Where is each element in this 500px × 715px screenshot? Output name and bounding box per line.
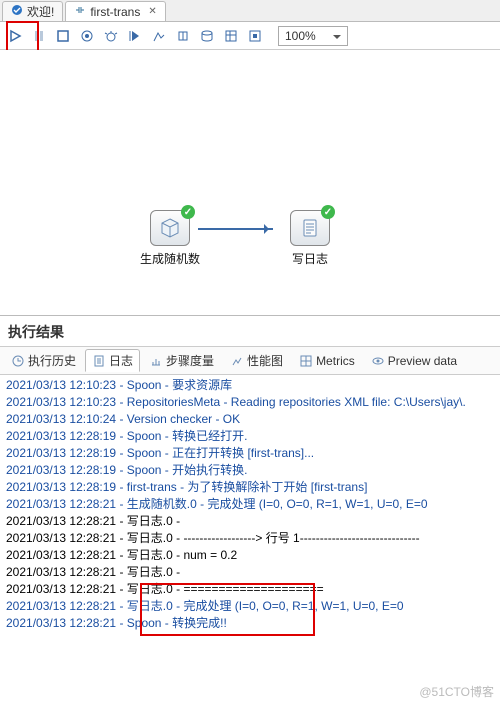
log-line: 2021/03/13 12:10:23 - Spoon - 要求资源库 bbox=[6, 377, 494, 394]
log-line: 2021/03/13 12:28:19 - Spoon - 转换已经打开. bbox=[6, 428, 494, 445]
log-line: 2021/03/13 12:28:21 - 写日志.0 - bbox=[6, 564, 494, 581]
log-line: 2021/03/13 12:28:21 - 写日志.0 - 完成处理 (I=0,… bbox=[6, 598, 494, 615]
tab-log[interactable]: 日志 bbox=[85, 349, 140, 372]
editor-tab-bar: 欢迎! first-trans ✕ bbox=[0, 0, 500, 22]
run-button[interactable] bbox=[6, 27, 24, 45]
log-line: 2021/03/13 12:28:21 - 写日志.0 - num = 0.2 bbox=[6, 547, 494, 564]
tab-preview-data[interactable]: Preview data bbox=[364, 351, 464, 371]
tab-step-metrics-label: 步骤度量 bbox=[166, 352, 214, 369]
spoon-icon bbox=[11, 4, 23, 19]
log-output[interactable]: 2021/03/13 12:10:23 - Spoon - 要求资源库2021/… bbox=[0, 375, 500, 715]
sql-button[interactable] bbox=[198, 27, 216, 45]
success-check-icon bbox=[181, 205, 195, 219]
document-icon bbox=[299, 217, 321, 239]
tab-metrics[interactable]: Metrics bbox=[292, 351, 362, 371]
step-metrics-icon bbox=[149, 354, 163, 368]
impact-button[interactable] bbox=[174, 27, 192, 45]
tab-perf-graph-label: 性能图 bbox=[247, 352, 283, 369]
log-line: 2021/03/13 12:28:21 - 生成随机数.0 - 完成处理 (I=… bbox=[6, 496, 494, 513]
transformation-toolbar: 100% bbox=[0, 22, 500, 50]
tab-first-trans[interactable]: first-trans ✕ bbox=[65, 1, 165, 21]
tab-metrics-label: Metrics bbox=[316, 354, 355, 368]
tab-welcome-label: 欢迎! bbox=[27, 3, 54, 20]
tab-exec-history[interactable]: 执行历史 bbox=[4, 349, 83, 372]
tab-perf-graph[interactable]: 性能图 bbox=[223, 349, 290, 372]
zoom-value: 100% bbox=[285, 29, 316, 43]
step-write-log[interactable]: 写日志 bbox=[275, 210, 345, 267]
pause-button[interactable] bbox=[30, 27, 48, 45]
replay-button[interactable] bbox=[126, 27, 144, 45]
step-generate-random[interactable]: 生成随机数 bbox=[135, 210, 205, 267]
tab-exec-history-label: 执行历史 bbox=[28, 352, 76, 369]
watermark-text: @51CTO博客 bbox=[419, 683, 494, 700]
success-check-icon bbox=[321, 205, 335, 219]
results-panel-title: 执行结果 bbox=[0, 315, 500, 346]
log-line: 2021/03/13 12:10:24 - Version checker - … bbox=[6, 411, 494, 428]
transformation-canvas[interactable]: 生成随机数 写日志 bbox=[0, 50, 500, 315]
tab-log-label: 日志 bbox=[109, 352, 133, 369]
hop-arrow[interactable] bbox=[198, 228, 273, 230]
tab-welcome[interactable]: 欢迎! bbox=[2, 1, 63, 21]
close-icon[interactable]: ✕ bbox=[148, 6, 156, 17]
log-line: 2021/03/13 12:28:21 - 写日志.0 - ----------… bbox=[6, 530, 494, 547]
tab-preview-data-label: Preview data bbox=[388, 354, 457, 368]
perf-icon bbox=[230, 354, 244, 368]
cube-icon bbox=[159, 217, 181, 239]
tab-first-trans-label: first-trans bbox=[90, 5, 140, 19]
log-icon bbox=[92, 354, 106, 368]
log-line: 2021/03/13 12:28:19 - first-trans - 为了转换… bbox=[6, 479, 494, 496]
preview-button[interactable] bbox=[78, 27, 96, 45]
stop-button[interactable] bbox=[54, 27, 72, 45]
log-line: 2021/03/13 12:28:21 - Spoon - 转换完成!! bbox=[6, 615, 494, 632]
trans-icon bbox=[74, 4, 86, 19]
results-tab-bar: 执行历史 日志 步骤度量 性能图 Metrics Preview data bbox=[0, 346, 500, 375]
log-line: 2021/03/13 12:28:21 - 写日志.0 - ==========… bbox=[6, 581, 494, 598]
log-line: 2021/03/13 12:10:23 - RepositoriesMeta -… bbox=[6, 394, 494, 411]
show-results-button[interactable] bbox=[246, 27, 264, 45]
log-line: 2021/03/13 12:28:19 - Spoon - 正在打开转换 [fi… bbox=[6, 445, 494, 462]
eye-icon bbox=[371, 354, 385, 368]
log-line: 2021/03/13 12:28:21 - 写日志.0 - bbox=[6, 513, 494, 530]
explore-button[interactable] bbox=[222, 27, 240, 45]
debug-button[interactable] bbox=[102, 27, 120, 45]
verify-button[interactable] bbox=[150, 27, 168, 45]
zoom-select[interactable]: 100% bbox=[278, 26, 348, 46]
tab-step-metrics[interactable]: 步骤度量 bbox=[142, 349, 221, 372]
step-write-log-label: 写日志 bbox=[275, 250, 345, 267]
log-line: 2021/03/13 12:28:19 - Spoon - 开始执行转换. bbox=[6, 462, 494, 479]
history-icon bbox=[11, 354, 25, 368]
step-generate-random-label: 生成随机数 bbox=[135, 250, 205, 267]
metrics-icon bbox=[299, 354, 313, 368]
